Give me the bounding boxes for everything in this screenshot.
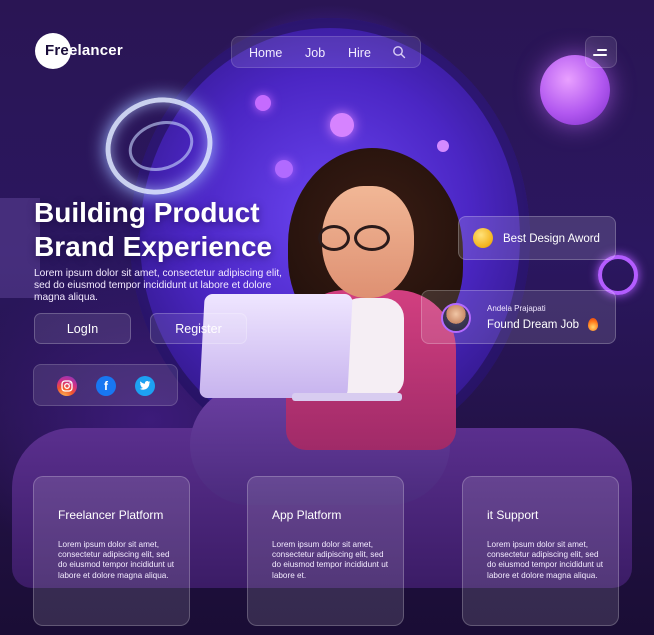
hero-title-line1: Building Product	[34, 197, 260, 228]
logo-prefix: Fre	[45, 42, 69, 59]
register-button[interactable]: Register	[150, 313, 247, 344]
feature-title: Freelancer Platform	[58, 508, 164, 522]
hamburger-menu-icon	[593, 54, 607, 56]
glowing-orb	[275, 160, 293, 178]
user-name: Andela Prajapati	[487, 304, 546, 313]
facebook-icon[interactable]: f	[96, 376, 116, 396]
award-card: Best Design Aword	[458, 216, 616, 260]
feature-description: Lorem ipsum dolor sit amet, consectetur …	[272, 540, 389, 580]
feature-title: it Support	[487, 508, 539, 522]
login-button[interactable]: LogIn	[34, 313, 131, 344]
hero-title-line2: Brand Experience	[34, 231, 273, 262]
feature-description: Lorem ipsum dolor sit amet, consectetur …	[58, 540, 175, 580]
feature-card-app-platform[interactable]: App Platform Lorem ipsum dolor sit amet,…	[247, 476, 404, 626]
award-label: Best Design Aword	[503, 233, 600, 245]
user-status: Found Dream Job	[487, 319, 580, 331]
social-links: f	[33, 364, 178, 406]
laptop-base	[292, 393, 402, 401]
nav-home[interactable]: Home	[249, 46, 282, 60]
fire-icon	[588, 318, 598, 331]
glasses-left	[318, 225, 350, 251]
nav-hire[interactable]: Hire	[348, 46, 371, 60]
avatar	[441, 303, 471, 333]
hero-title: Building Product Brand Experience	[34, 196, 314, 264]
feature-card-it-support[interactable]: it Support Lorem ipsum dolor sit amet, c…	[462, 476, 619, 626]
twitter-icon[interactable]	[135, 376, 155, 396]
glowing-orb	[255, 95, 271, 111]
medal-icon	[473, 228, 493, 248]
instagram-icon[interactable]	[57, 376, 77, 396]
neon-ring	[598, 255, 638, 295]
hamburger-menu-icon	[597, 49, 607, 51]
hero-description: Lorem ipsum dolor sit amet, consectetur …	[34, 268, 283, 303]
feature-title: App Platform	[272, 508, 342, 522]
logo[interactable]: Freelancer	[45, 42, 123, 59]
search-icon[interactable]	[392, 45, 406, 59]
nav-job[interactable]: Job	[305, 46, 325, 60]
top-nav: Home Job Hire	[231, 36, 421, 68]
laptop	[199, 294, 353, 398]
feature-description: Lorem ipsum dolor sit amet, consectetur …	[487, 540, 604, 580]
glowing-orb	[437, 140, 449, 152]
logo-suffix: elancer	[68, 42, 123, 59]
user-card: Andela Prajapati Found Dream Job	[421, 290, 616, 344]
glowing-orb	[330, 113, 354, 137]
glasses-right	[354, 225, 390, 251]
feature-card-freelancer-platform[interactable]: Freelancer Platform Lorem ipsum dolor si…	[33, 476, 190, 626]
menu-button[interactable]	[585, 36, 617, 68]
